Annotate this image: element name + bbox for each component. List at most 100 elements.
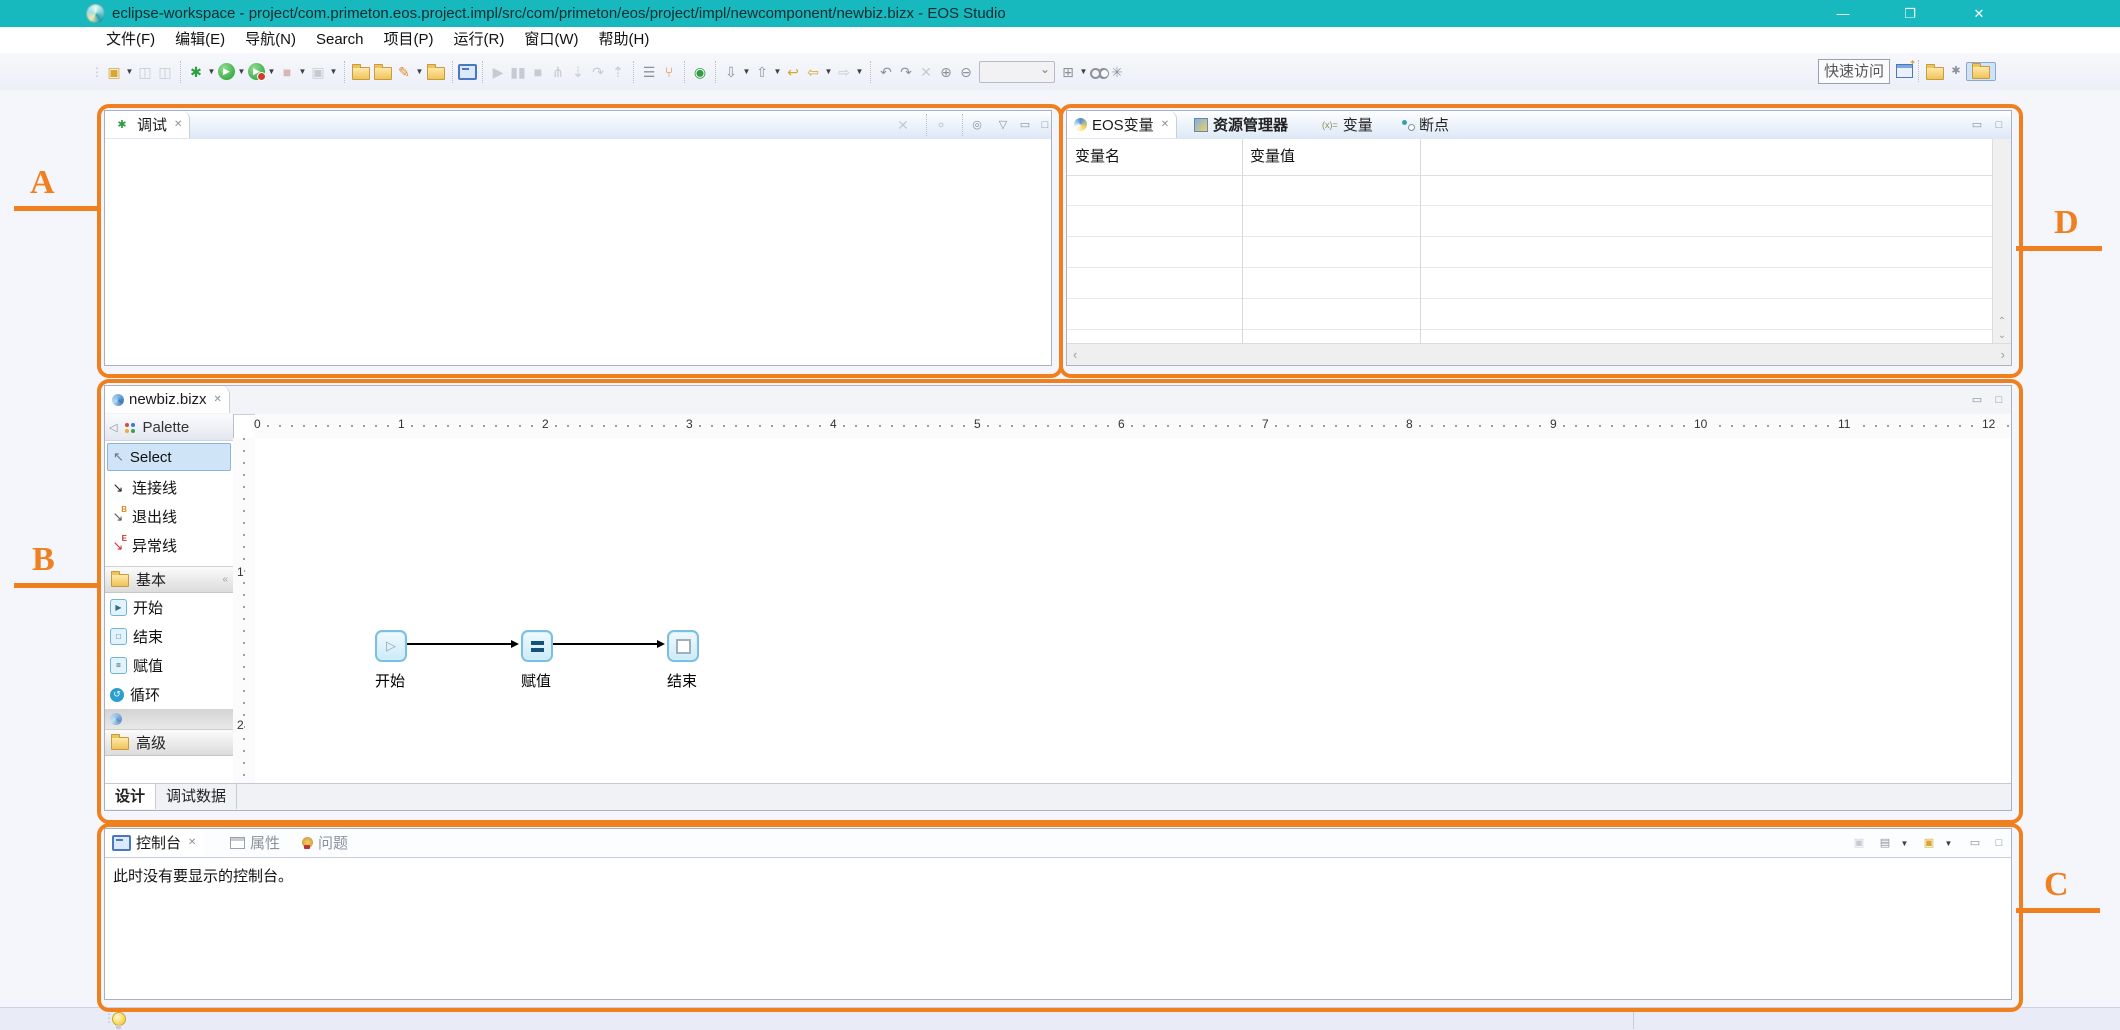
scroll-down-icon[interactable]: ⌄ bbox=[1995, 330, 2009, 341]
tab-console[interactable]: 控制台 ✕ bbox=[105, 829, 203, 856]
scroll-left-icon[interactable]: ‹ bbox=[1073, 347, 1077, 362]
stop-dropdown[interactable] bbox=[297, 62, 308, 82]
collapse-all-icon[interactable] bbox=[967, 115, 987, 135]
zoom-out-icon[interactable] bbox=[956, 62, 976, 82]
next-annotation-icon[interactable] bbox=[721, 62, 741, 82]
external-tools-icon[interactable] bbox=[308, 62, 328, 82]
open-console-dropdown[interactable] bbox=[1943, 833, 1954, 853]
maximize-view-icon[interactable] bbox=[1989, 115, 2009, 135]
open-console-view-icon[interactable] bbox=[458, 64, 477, 80]
collapse-palette-icon[interactable]: ◁ bbox=[109, 421, 117, 434]
layout-icon[interactable] bbox=[1058, 62, 1078, 82]
palette-item-start[interactable]: ▶ 开始 bbox=[105, 593, 233, 622]
minimize-view-icon[interactable] bbox=[1967, 115, 1987, 135]
forward-dropdown[interactable] bbox=[854, 62, 865, 82]
tab-debug-close-icon[interactable]: ✕ bbox=[174, 119, 182, 130]
eos-perspective-active[interactable] bbox=[1966, 62, 1996, 81]
zoom-level-combo[interactable] bbox=[979, 61, 1055, 83]
step-into-icon[interactable] bbox=[568, 62, 588, 82]
tab-debug[interactable]: 调试 ✕ bbox=[105, 111, 190, 138]
scroll-up-icon[interactable]: ⌃ bbox=[1995, 316, 2009, 327]
menu-search[interactable]: Search bbox=[306, 27, 374, 53]
tab-newbiz-bizx-close-icon[interactable]: ✕ bbox=[214, 394, 222, 405]
menu-help[interactable]: 帮助(H) bbox=[589, 27, 660, 53]
column-variable-value[interactable]: 变量值 bbox=[1242, 139, 1428, 175]
flow-connector[interactable] bbox=[551, 643, 659, 645]
resume-icon[interactable] bbox=[488, 62, 508, 82]
back-dropdown[interactable] bbox=[823, 62, 834, 82]
palette-item-end[interactable]: □ 结束 bbox=[105, 622, 233, 651]
save-all-icon[interactable] bbox=[155, 62, 175, 82]
flow-node-end[interactable] bbox=[667, 630, 699, 662]
column-divider[interactable] bbox=[1242, 139, 1243, 343]
suspend-icon[interactable] bbox=[508, 62, 528, 82]
undo-icon[interactable] bbox=[876, 62, 896, 82]
close-window-button[interactable]: ✕ bbox=[1956, 0, 2002, 27]
tab-variables[interactable]: (x)= 变量 bbox=[1315, 111, 1380, 138]
run-dropdown[interactable] bbox=[236, 62, 247, 82]
zoom-in-icon[interactable] bbox=[936, 62, 956, 82]
tab-properties[interactable]: 属性 bbox=[223, 829, 287, 856]
open-type-icon[interactable] bbox=[352, 67, 370, 80]
pin-drawer-icon[interactable]: « bbox=[222, 574, 228, 585]
tab-eos-variables-close-icon[interactable]: ✕ bbox=[1161, 119, 1169, 130]
debug-perspective-icon[interactable] bbox=[1946, 61, 1966, 81]
flow-node-start[interactable]: ▷ bbox=[375, 630, 407, 662]
maximize-view-icon[interactable] bbox=[1035, 115, 1055, 135]
palette-tool-connection-line[interactable]: ↘ 连接线 bbox=[105, 473, 233, 502]
next-annotation-dropdown[interactable] bbox=[741, 62, 752, 82]
step-over-icon[interactable] bbox=[588, 62, 608, 82]
column-divider[interactable] bbox=[1420, 139, 1421, 343]
debug-icon[interactable] bbox=[186, 62, 206, 82]
tab-breakpoints[interactable]: 断点 bbox=[1395, 111, 1456, 138]
pin-console-icon[interactable] bbox=[1849, 833, 1869, 853]
horizontal-scrollbar[interactable]: ‹ › bbox=[1067, 343, 2011, 365]
settings-icon[interactable] bbox=[1107, 62, 1127, 82]
external-tools-dropdown[interactable] bbox=[328, 62, 339, 82]
debug-dropdown[interactable] bbox=[206, 62, 217, 82]
minimize-view-icon[interactable] bbox=[1967, 390, 1987, 410]
maximize-view-icon[interactable] bbox=[1989, 390, 2009, 410]
minimize-view-icon[interactable] bbox=[1015, 115, 1035, 135]
run-last-icon[interactable] bbox=[248, 63, 265, 80]
palette-item-loop[interactable]: ↺ 循环 bbox=[105, 680, 233, 709]
column-variable-name[interactable]: 变量名 bbox=[1067, 139, 1250, 175]
scroll-right-icon[interactable]: › bbox=[2001, 347, 2005, 362]
palette-item-assign[interactable]: = 赋值 bbox=[105, 651, 233, 680]
palette-tool-exit-line[interactable]: ↘B 退出线 bbox=[105, 502, 233, 531]
tab-newbiz-bizx[interactable]: newbiz.bizx ✕ bbox=[105, 386, 230, 413]
run-icon[interactable] bbox=[218, 63, 235, 80]
view-menu-icon[interactable] bbox=[993, 115, 1013, 135]
quick-access-button[interactable]: 快速访问 bbox=[1818, 59, 1890, 84]
forward-icon[interactable] bbox=[834, 62, 854, 82]
tab-design[interactable]: 设计 bbox=[105, 784, 156, 809]
open-perspective-icon[interactable] bbox=[1896, 64, 1913, 78]
terminate-icon[interactable] bbox=[528, 62, 548, 82]
annotate-dropdown[interactable] bbox=[414, 62, 425, 82]
open-console-icon[interactable] bbox=[1919, 833, 1939, 853]
palette-tool-exception-line[interactable]: ↘E 异常线 bbox=[105, 531, 233, 560]
tab-resource-manager[interactable]: 资源管理器 bbox=[1187, 111, 1295, 138]
power-icon[interactable] bbox=[690, 62, 710, 82]
show-instructions-icon[interactable] bbox=[639, 62, 659, 82]
save-icon[interactable] bbox=[135, 62, 155, 82]
menu-navigate[interactable]: 导航(N) bbox=[235, 27, 306, 53]
disconnect-icon[interactable] bbox=[548, 62, 568, 82]
layout-dropdown[interactable] bbox=[1078, 62, 1089, 82]
prev-annotation-dropdown[interactable] bbox=[772, 62, 783, 82]
step-return-icon[interactable] bbox=[608, 62, 628, 82]
tab-problems[interactable]: 问题 bbox=[295, 829, 355, 856]
remove-terminated-icon[interactable] bbox=[893, 115, 913, 135]
display-console-dropdown[interactable] bbox=[1899, 833, 1910, 853]
menu-edit[interactable]: 编辑(E) bbox=[165, 27, 235, 53]
prev-annotation-icon[interactable] bbox=[752, 62, 772, 82]
resource-perspective-icon[interactable] bbox=[1926, 67, 1944, 80]
filter-icon[interactable] bbox=[659, 62, 679, 82]
new-wizard-icon[interactable] bbox=[104, 62, 124, 82]
tab-console-close-icon[interactable]: ✕ bbox=[188, 837, 196, 848]
search-icon[interactable] bbox=[1089, 66, 1107, 78]
menu-window[interactable]: 窗口(W) bbox=[514, 27, 588, 53]
minimize-view-icon[interactable] bbox=[1965, 833, 1985, 853]
palette-drawer-basic[interactable]: 基本 « bbox=[105, 566, 233, 593]
run-last-dropdown[interactable] bbox=[266, 62, 277, 82]
